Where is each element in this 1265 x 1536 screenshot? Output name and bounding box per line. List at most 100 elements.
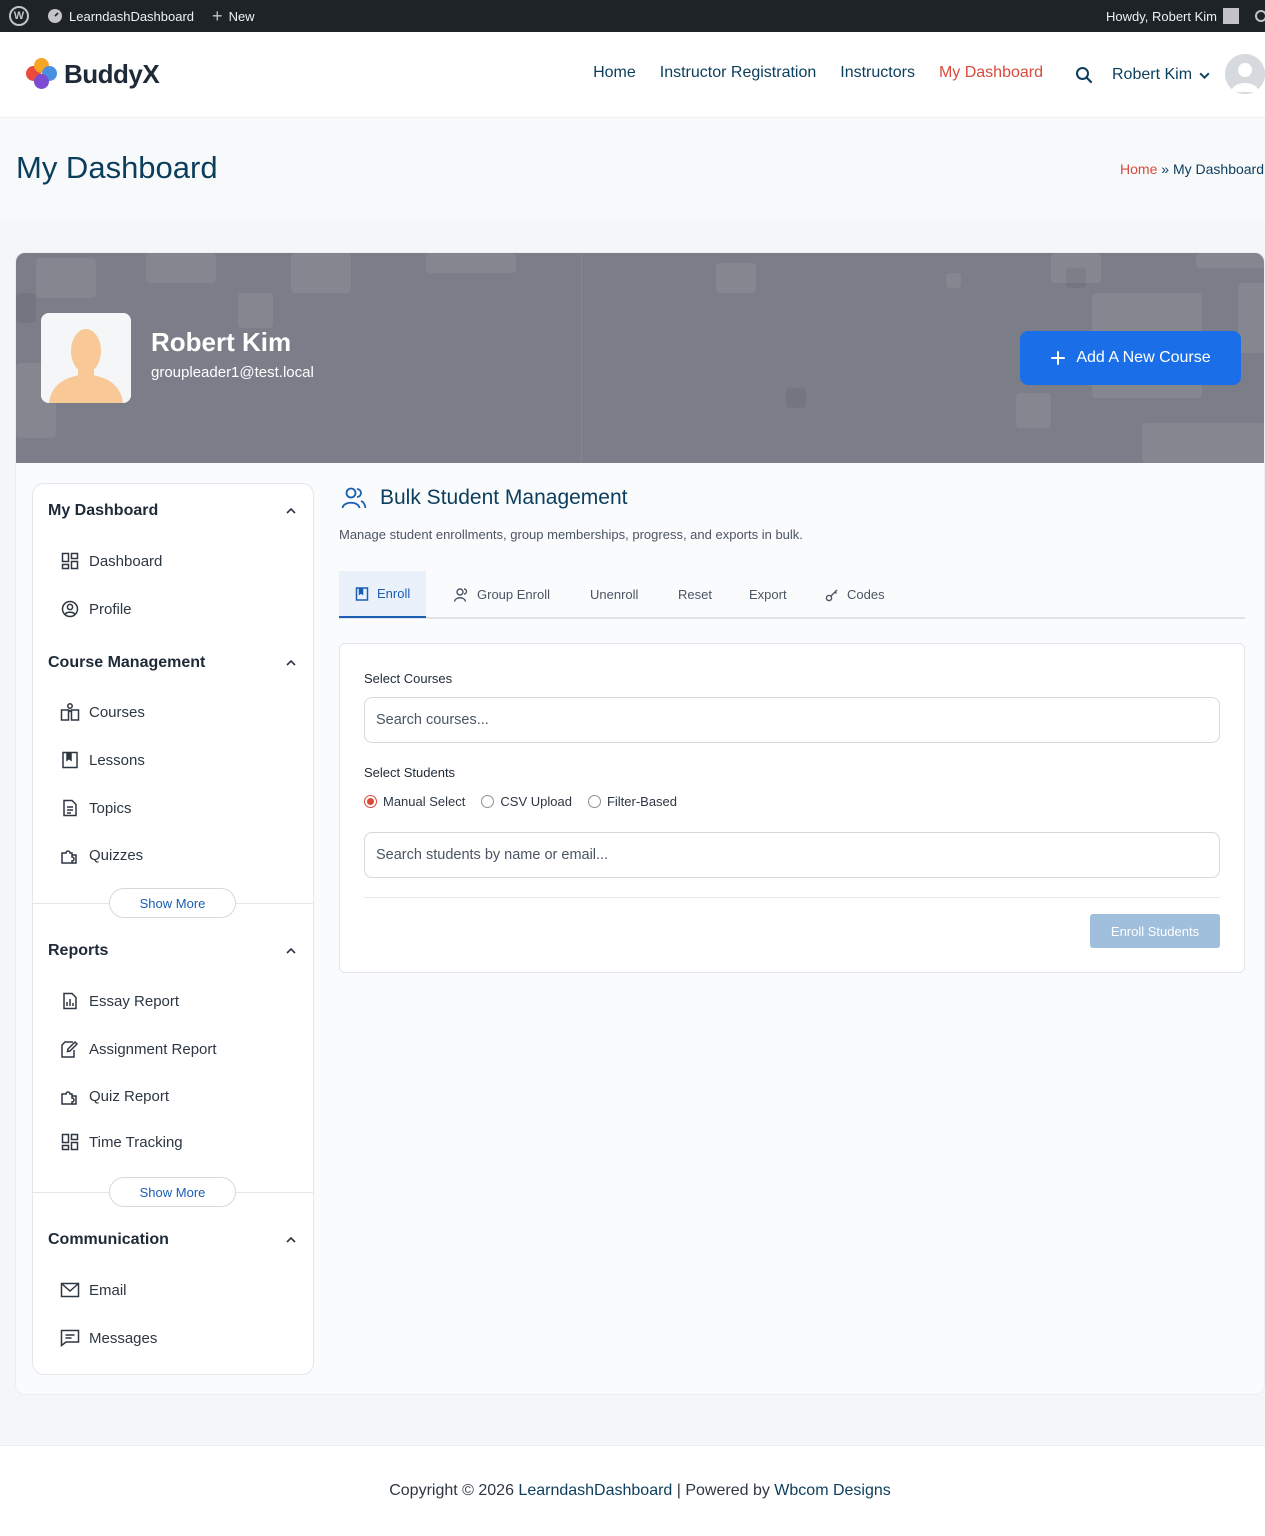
header-avatar[interactable]	[1225, 54, 1265, 94]
logo-text: BuddyX	[64, 58, 160, 89]
sidebar-item-quizzes[interactable]: Quizzes	[60, 845, 143, 865]
nav-my-dashboard[interactable]: My Dashboard	[939, 64, 1043, 82]
radio-label: CSV Upload	[500, 794, 572, 809]
footer-site-link[interactable]: LearndashDashboard	[518, 1482, 672, 1499]
site-logo[interactable]: BuddyX	[26, 58, 160, 90]
edit-doc-icon	[60, 1039, 80, 1059]
footer-middle: | Powered by	[672, 1482, 775, 1499]
sidebar-item-messages[interactable]: Messages	[60, 1328, 157, 1348]
chevron-up-icon[interactable]	[285, 505, 297, 517]
profile-name: Robert Kim	[151, 327, 292, 357]
tab-label: Reset	[678, 587, 712, 602]
tab-label: Codes	[847, 587, 885, 602]
admin-search-icon[interactable]	[1255, 10, 1265, 22]
student-search-input[interactable]: Search students by name or email...	[364, 832, 1220, 878]
radio-manual-select[interactable]: Manual Select	[364, 794, 465, 809]
site-name-label: LearndashDashboard	[69, 8, 195, 24]
radio-csv-upload[interactable]: CSV Upload	[481, 794, 572, 809]
main-description: Manage student enrollments, group member…	[339, 527, 803, 542]
sidebar-item-profile[interactable]: Profile	[60, 599, 132, 619]
dashboard-card: Robert Kim groupleader1@test.local Add A…	[15, 252, 1265, 1395]
breadcrumb-separator: »	[1161, 161, 1170, 177]
page-title-band: My Dashboard Home » My Dashboard	[0, 118, 1265, 219]
sidebar-group-course-management[interactable]: Course Management	[48, 654, 205, 672]
users-icon	[341, 487, 367, 509]
show-more-button[interactable]: Show More	[109, 1177, 236, 1207]
radio-dot[interactable]	[364, 795, 377, 808]
nav-instructors[interactable]: Instructors	[840, 64, 915, 82]
course-search-input[interactable]: Search courses...	[364, 697, 1220, 743]
default-avatar-icon	[1225, 54, 1265, 94]
site-name-link[interactable]: LearndashDashboard	[38, 0, 203, 32]
breadcrumb-home[interactable]: Home	[1120, 161, 1157, 177]
site-footer: Copyright © 2026 LearndashDashboard | Po…	[0, 1445, 1265, 1536]
add-new-course-button[interactable]: Add A New Course	[1020, 331, 1241, 385]
sidebar-item-quiz-report[interactable]: Quiz Report	[60, 1086, 169, 1106]
user-silhouette-icon	[41, 313, 131, 403]
chevron-up-icon[interactable]	[285, 1234, 297, 1246]
show-more-button[interactable]: Show More	[109, 888, 236, 918]
new-content-link[interactable]: + New	[203, 0, 264, 32]
search-icon[interactable]	[1075, 66, 1093, 84]
sidebar-item-email[interactable]: Email	[60, 1280, 127, 1300]
nav-home[interactable]: Home	[593, 64, 636, 82]
radio-filter-based[interactable]: Filter-Based	[587, 794, 677, 809]
sidebar-item-lessons[interactable]: Lessons	[60, 750, 145, 770]
buddyx-logo-icon	[26, 58, 58, 90]
sidebar-item-label: Quiz Report	[89, 1087, 170, 1105]
radio-dot[interactable]	[481, 795, 495, 808]
tab-label: Export	[749, 587, 787, 602]
site-header: BuddyX Home Instructor Registration Inst…	[0, 32, 1265, 118]
sidebar-item-time-tracking[interactable]: Time Tracking	[60, 1132, 183, 1152]
sidebar-item-assignment-report[interactable]: Assignment Report	[60, 1039, 217, 1059]
bulk-tabs: Enroll Group Enroll Unenroll Reset Expor…	[339, 571, 1245, 619]
user-menu[interactable]: Robert Kim	[1112, 66, 1211, 84]
radio-dot[interactable]	[587, 795, 601, 808]
tab-unenroll[interactable]: Unenroll	[590, 571, 638, 618]
sidebar-group-communication[interactable]: Communication	[48, 1231, 169, 1249]
footer-prefix: Copyright © 2026	[389, 1482, 519, 1499]
grid-icon	[60, 1132, 80, 1152]
tab-reset[interactable]: Reset	[678, 571, 712, 618]
chevron-up-icon[interactable]	[285, 657, 297, 669]
chevron-down-icon	[1199, 72, 1210, 79]
document-icon	[60, 798, 80, 818]
profile-cover: Robert Kim groupleader1@test.local Add A…	[16, 253, 1264, 463]
dashboard-gauge-icon	[48, 9, 62, 23]
bookmark-icon	[355, 586, 369, 601]
user-circle-icon	[60, 599, 80, 619]
sidebar-item-essay-report[interactable]: Essay Report	[60, 991, 179, 1011]
student-selection-mode: Manual Select CSV Upload Filter-Based	[364, 794, 677, 809]
sidebar-item-label: Quizzes	[89, 846, 144, 864]
tab-group-enroll[interactable]: Group Enroll	[453, 571, 550, 618]
book-open-icon	[60, 702, 80, 722]
select-courses-label: Select Courses	[364, 671, 453, 686]
chart-doc-icon	[60, 991, 80, 1011]
howdy-link[interactable]: Howdy, Robert Kim	[1106, 9, 1217, 24]
breadcrumb: Home » My Dashboard	[1120, 161, 1264, 177]
wordpress-logo-button[interactable]: W	[0, 0, 38, 32]
nav-instructor-registration[interactable]: Instructor Registration	[660, 64, 817, 82]
footer-powered-link[interactable]: Wbcom Designs	[774, 1482, 890, 1499]
user-icon	[453, 587, 468, 602]
chevron-up-icon[interactable]	[285, 945, 297, 957]
new-label: New	[228, 8, 255, 24]
sidebar-item-label: Topics	[89, 799, 132, 817]
sidebar-group-reports[interactable]: Reports	[48, 942, 108, 960]
tab-export[interactable]: Export	[749, 571, 787, 618]
plus-icon	[1051, 351, 1066, 365]
tab-codes[interactable]: Codes	[825, 571, 885, 618]
tab-enroll[interactable]: Enroll	[339, 571, 427, 618]
sidebar-item-dashboard[interactable]: Dashboard	[60, 551, 162, 571]
dashboard-sidebar: My Dashboard Dashboard Profile Course Ma…	[32, 483, 314, 1375]
admin-avatar[interactable]	[1223, 8, 1239, 24]
profile-avatar[interactable]	[41, 313, 131, 403]
sidebar-item-courses[interactable]: Courses	[60, 702, 145, 722]
enroll-students-button[interactable]: Enroll Students	[1090, 914, 1220, 948]
radio-label: Manual Select	[383, 794, 466, 809]
admin-bar: W LearndashDashboard + New Howdy, Robert…	[0, 0, 1265, 32]
sidebar-item-topics[interactable]: Topics	[60, 798, 132, 818]
puzzle-icon	[60, 1086, 80, 1106]
sidebar-item-label: Assignment Report	[89, 1040, 217, 1058]
sidebar-group-my-dashboard[interactable]: My Dashboard	[48, 502, 158, 520]
